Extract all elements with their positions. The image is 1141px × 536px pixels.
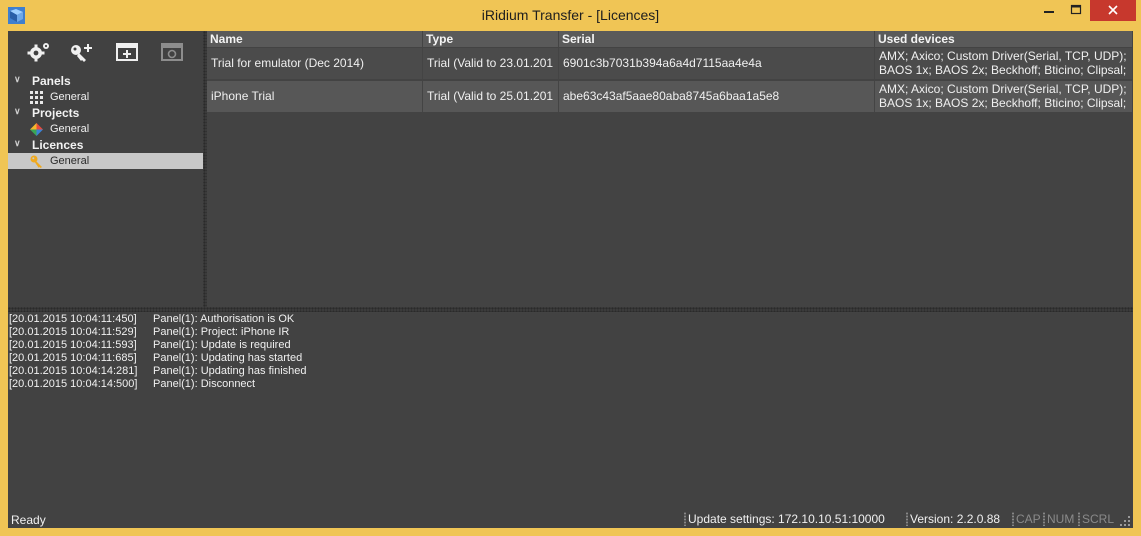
colored-diamond-icon: [30, 123, 43, 136]
log-entry: [20.01.2015 10:04:14:500] Panel(1): Disc…: [8, 378, 1133, 391]
cell-name: iPhone Trial: [207, 81, 423, 112]
remove-window-button[interactable]: [159, 40, 187, 64]
tree-group-licences[interactable]: ∨ Licences: [8, 137, 203, 153]
status-ready: Ready: [11, 513, 46, 527]
devices-line: AMX; Axico; Custom Driver(Serial, TCP, U…: [879, 82, 1127, 96]
status-separator: [1078, 512, 1080, 526]
chevron-down-icon[interactable]: ∨: [14, 74, 21, 85]
log-message: Panel(1): Disconnect: [153, 378, 256, 390]
devices-line: BAOS 1x; BAOS 2x; Beckhoff; Bticino; Cli…: [879, 63, 1127, 77]
status-update-settings: Update settings: 172.10.10.51:10000: [688, 512, 885, 526]
tree-group-projects[interactable]: ∨ Projects: [8, 105, 203, 121]
tree-group-label: Licences: [32, 138, 84, 152]
status-num: NUM: [1047, 512, 1075, 526]
log-timestamp: [20.01.2015 10:04:14:500]: [9, 378, 138, 390]
log-entry: [20.01.2015 10:04:11:685] Panel(1): Upda…: [8, 352, 1133, 365]
tree-group-label: Projects: [32, 106, 80, 120]
client-area: ∨ Panels General ∨ Projects General ∨ Li…: [8, 31, 1133, 528]
status-separator: [906, 512, 908, 526]
app-window: iRidium Transfer - [Licences] ∨ Panels G…: [0, 0, 1141, 536]
grid-dots-icon: [30, 91, 43, 104]
log-message: Panel(1): Updating has started: [153, 352, 303, 364]
chevron-down-icon[interactable]: ∨: [14, 138, 21, 149]
devices-line: BAOS 1x; BAOS 2x; Beckhoff; Bticino; Cli…: [879, 96, 1127, 110]
cell-used-devices: AMX; Axico; Custom Driver(Serial, TCP, U…: [875, 81, 1133, 112]
log-message: Panel(1): Update is required: [153, 339, 291, 351]
settings-button[interactable]: [25, 40, 53, 64]
tree-item-label: General: [50, 91, 90, 103]
log-entry: [20.01.2015 10:04:14:281] Panel(1): Upda…: [8, 365, 1133, 378]
log-entry: [20.01.2015 10:04:11:529] Panel(1): Proj…: [8, 326, 1133, 339]
table-row[interactable]: iPhone Trial Trial (Valid to 25.01.201 a…: [207, 81, 1133, 112]
status-separator: [1043, 512, 1045, 526]
status-separator: [1012, 512, 1014, 526]
sidebar: ∨ Panels General ∨ Projects General ∨ Li…: [8, 31, 203, 307]
remove-window-icon: [161, 43, 183, 61]
add-window-icon: [116, 43, 138, 61]
column-header-type[interactable]: Type: [423, 31, 559, 47]
tree-item-projects-general[interactable]: General: [8, 121, 203, 137]
tree-item-label: General: [50, 123, 90, 135]
minimize-button[interactable]: [1035, 0, 1063, 21]
title-bar[interactable]: iRidium Transfer - [Licences]: [0, 0, 1141, 31]
log-panel[interactable]: [20.01.2015 10:04:11:450] Panel(1): Auth…: [8, 313, 1133, 509]
log-timestamp: [20.01.2015 10:04:11:685]: [9, 352, 137, 364]
horizontal-splitter[interactable]: [8, 307, 1133, 312]
chevron-down-icon[interactable]: ∨: [14, 106, 21, 117]
table-header: Name Type Serial Used devices: [207, 31, 1133, 47]
cell-serial: abe63c43af5aae80aba8745a6baa1a5e8: [559, 81, 875, 112]
cell-type: Trial (Valid to 25.01.201: [423, 81, 559, 112]
devices-line: AMX; Axico; Custom Driver(Serial, TCP, U…: [879, 49, 1127, 63]
log-timestamp: [20.01.2015 10:04:14:281]: [9, 365, 138, 377]
log-timestamp: [20.01.2015 10:04:11:450]: [9, 313, 137, 325]
tree-group-label: Panels: [32, 74, 71, 88]
sidebar-toolbar: [8, 31, 203, 71]
resize-grip-icon[interactable]: [1119, 515, 1131, 527]
close-button[interactable]: [1090, 0, 1136, 21]
log-message: Panel(1): Updating has finished: [153, 365, 307, 377]
add-key-button[interactable]: [68, 40, 96, 64]
log-entry: [20.01.2015 10:04:11:593] Panel(1): Upda…: [8, 339, 1133, 352]
key-icon: [30, 155, 42, 168]
tree-group-panels[interactable]: ∨ Panels: [8, 73, 203, 89]
status-cap: CAP: [1016, 512, 1041, 526]
add-key-icon: [71, 44, 92, 62]
status-version: Version: 2.2.0.88: [910, 512, 1001, 526]
column-header-name[interactable]: Name: [207, 31, 423, 47]
add-window-button[interactable]: [114, 40, 142, 64]
maximize-icon: [1070, 4, 1082, 15]
settings-gears-icon: [27, 43, 49, 62]
navigation-tree: ∨ Panels General ∨ Projects General ∨ Li…: [8, 73, 203, 169]
log-timestamp: [20.01.2015 10:04:11:593]: [9, 339, 137, 351]
cell-type: Trial (Valid to 23.01.201: [423, 48, 559, 79]
close-icon: [1108, 5, 1118, 15]
licences-table: Name Type Serial Used devices Trial for …: [207, 31, 1133, 307]
status-separator: [684, 512, 686, 526]
tree-item-panels-general[interactable]: General: [8, 89, 203, 105]
column-header-used-devices[interactable]: Used devices: [875, 31, 1133, 47]
status-scrl: SCRL: [1082, 512, 1115, 526]
tree-item-licences-general[interactable]: General: [8, 153, 203, 169]
status-bar: Ready Update settings: 172.10.10.51:1000…: [8, 509, 1133, 528]
minimize-icon: [1044, 11, 1054, 13]
log-message: Panel(1): Project: iPhone IR: [153, 326, 290, 338]
log-entry: [20.01.2015 10:04:11:450] Panel(1): Auth…: [8, 313, 1133, 326]
log-message: Panel(1): Authorisation is OK: [153, 313, 295, 325]
table-row[interactable]: Trial for emulator (Dec 2014) Trial (Val…: [207, 48, 1133, 79]
log-timestamp: [20.01.2015 10:04:11:529]: [9, 326, 137, 338]
column-header-serial[interactable]: Serial: [559, 31, 875, 47]
cell-serial: 6901c3b7031b394a6a4d7115aa4e4a: [559, 48, 875, 79]
maximize-button[interactable]: [1062, 0, 1090, 21]
tree-item-label: General: [50, 155, 90, 167]
window-title: iRidium Transfer - [Licences]: [481, 7, 660, 23]
cell-name: Trial for emulator (Dec 2014): [207, 48, 423, 79]
cell-used-devices: AMX; Axico; Custom Driver(Serial, TCP, U…: [875, 48, 1133, 79]
